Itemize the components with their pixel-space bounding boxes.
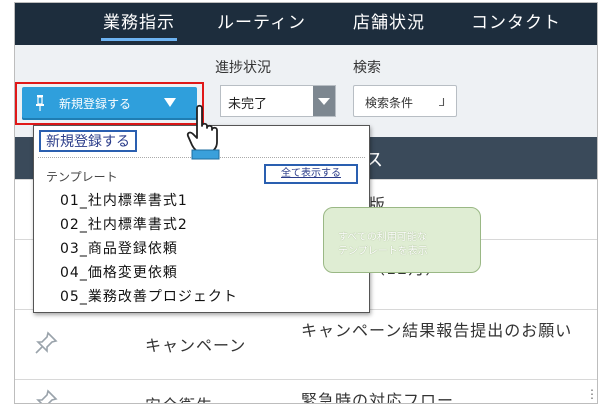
template-item[interactable]: 05_業務改善プロジェクト [60, 286, 238, 306]
nav-item-tasks[interactable]: 業務指示 [101, 3, 177, 45]
nav-item-store-status[interactable]: 店舗状況 [353, 3, 425, 45]
search-conditions-label: 検索条件 [365, 96, 414, 110]
expand-icon: ⅃ [439, 96, 446, 109]
list-item-category: 安全衛生 [145, 392, 213, 403]
new-button-highlight: 新規登録する [15, 82, 204, 125]
search-label: 検索 [353, 60, 381, 76]
nav-item-contact[interactable]: コンタクト [471, 3, 561, 45]
tooltip-line: すべての利用可能な [338, 232, 427, 243]
nav-item-routine[interactable]: ルーティン [217, 3, 306, 45]
more-icon[interactable]: ⋮ [586, 387, 597, 401]
new-registration-button[interactable]: 新規登録する [22, 87, 197, 120]
list-item-title: キャンペーン結果報告提出のお願い [301, 321, 573, 340]
pin-icon[interactable] [33, 388, 59, 404]
select-arrow[interactable] [313, 86, 335, 116]
new-button-label: 新規登録する [59, 97, 132, 111]
template-item[interactable]: 01_社内標準書式1 [60, 190, 188, 210]
toolbar: 新規登録する 進捗状況 未完了 検索 検索条件 ⅃ [15, 45, 597, 137]
list-item[interactable]: キャンペーン キャンペーン結果報告提出のお願い [15, 309, 597, 379]
progress-select-value: 未完了 [228, 97, 268, 112]
template-item[interactable]: 04_価格変更依頼 [60, 262, 178, 282]
show-all-link[interactable]: 全て表示する [264, 164, 358, 184]
show-all-tooltip: すべての利用可能な テンプレートを表示 [323, 207, 481, 273]
tooltip-line: テンプレートを表示 [338, 246, 428, 257]
list-item[interactable]: 安全衛生 緊急時の対応フロー [15, 379, 597, 404]
pin-icon[interactable] [33, 330, 59, 356]
list-item-category: キャンペーン [145, 336, 247, 355]
list-item-title: 緊急時の対応フロー [301, 391, 455, 404]
pin-icon [36, 95, 44, 111]
hand-cursor-icon [186, 104, 220, 160]
template-item[interactable]: 03_商品登録依頼 [60, 238, 178, 258]
search-conditions-button[interactable]: 検索条件 ⅃ [353, 85, 457, 117]
app-frame: 業務指示 ルーティン 店舗状況 コンタクト 新規登録する 進捗状況 未完了 検索 [14, 2, 598, 404]
template-item[interactable]: 02_社内標準書式2 [60, 214, 188, 234]
chevron-down-icon [164, 98, 176, 107]
progress-label: 進捗状況 [215, 60, 271, 76]
progress-select[interactable]: 未完了 [220, 85, 336, 117]
chevron-down-icon [318, 98, 330, 105]
dropdown-new-registration[interactable]: 新規登録する [39, 130, 137, 152]
template-section-label: テンプレート [46, 170, 118, 184]
top-nav: 業務指示 ルーティン 店舗状況 コンタクト [15, 3, 597, 45]
